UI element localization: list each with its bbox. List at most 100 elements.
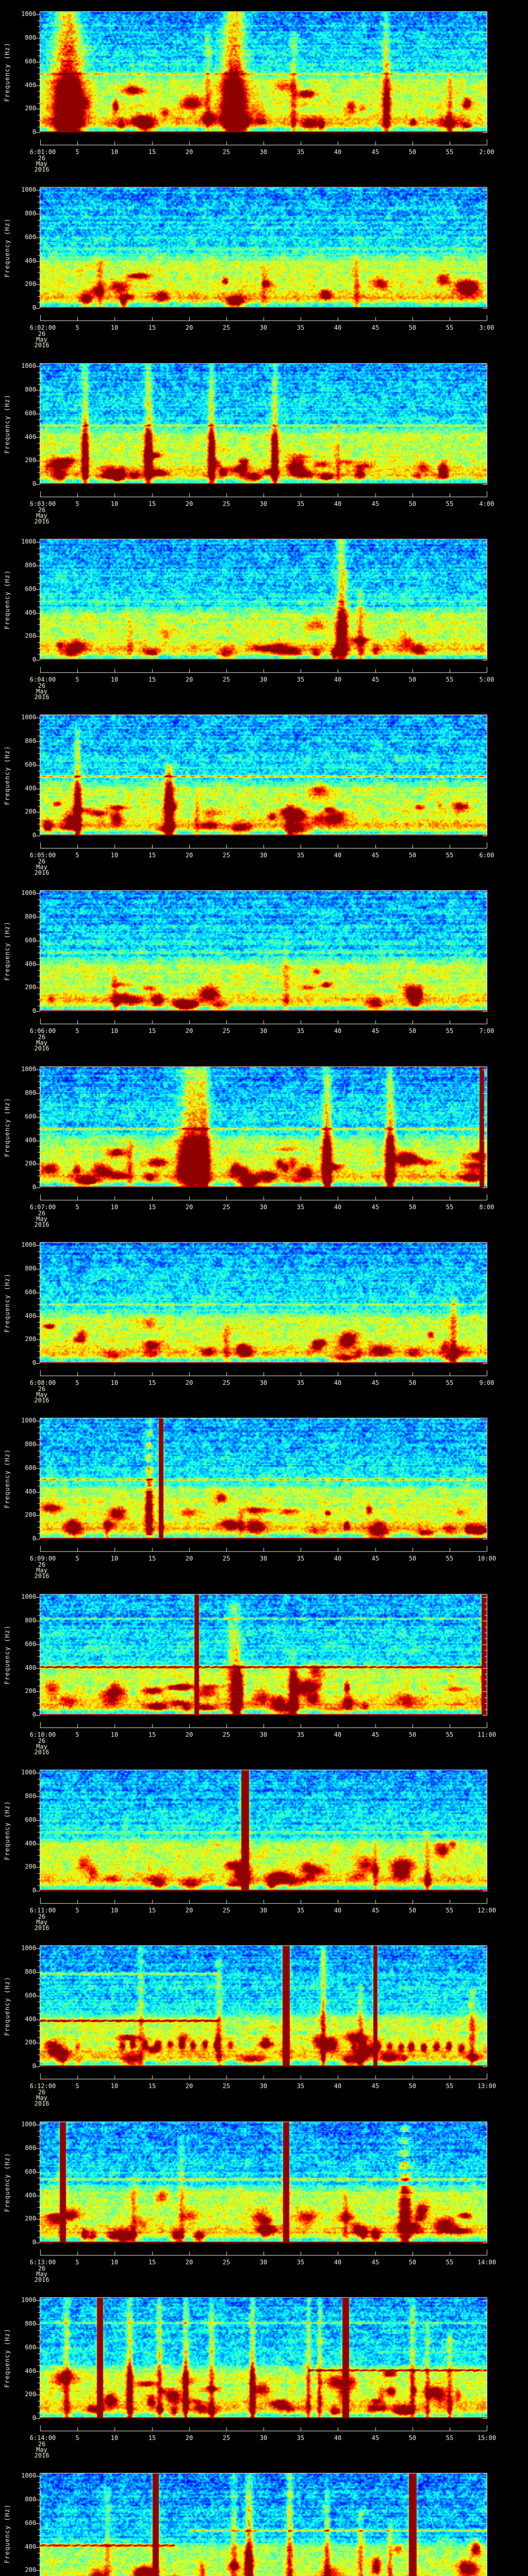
x-axis-end-time-label: 6:00: [479, 852, 494, 859]
x-tick-label: 25: [222, 2082, 230, 2090]
x-tick-label: 30: [259, 1907, 268, 1914]
y-tick-label: 800: [25, 913, 36, 920]
y-tick-label: 800: [25, 2144, 36, 2151]
x-tick-label: 40: [334, 1555, 342, 1562]
date-label: 26 May 2016: [34, 155, 50, 173]
y-tick-label: 1000: [21, 10, 36, 18]
y-tick-label: 0: [32, 304, 36, 311]
x-tick-label: 10: [110, 324, 119, 331]
x-tick-label: 50: [408, 1555, 417, 1562]
spectrogram-panel: Frequency (Hz)02004006008001000510152025…: [0, 1934, 528, 2110]
y-axis-label: Frequency (Hz): [4, 1801, 11, 1860]
x-tick-label: 30: [259, 324, 268, 331]
x-tick-label: 35: [296, 1731, 305, 1738]
y-tick-label: 200: [25, 2391, 36, 2398]
x-tick-label: 30: [259, 2259, 268, 2266]
x-tick-label: 20: [185, 852, 193, 859]
x-tick-label: 35: [296, 1379, 305, 1386]
y-axis-label: Frequency (Hz): [4, 2153, 11, 2212]
y-tick-label: 800: [25, 1089, 36, 1096]
x-tick-label: 45: [371, 2259, 380, 2266]
x-tick-label: 30: [259, 2434, 268, 2442]
y-tick-label: 0: [32, 2239, 36, 2246]
x-tick-label: 30: [259, 676, 268, 683]
y-tick-label: 600: [25, 761, 36, 768]
x-tick-label: 30: [259, 1731, 268, 1738]
y-tick-label: 0: [32, 2062, 36, 2070]
y-tick-label: 400: [25, 2015, 36, 2023]
x-tick-label: 40: [334, 324, 342, 331]
x-tick-label: 25: [222, 1907, 230, 1914]
x-tick-label: 55: [446, 2259, 454, 2266]
x-tick-label: 20: [185, 1731, 193, 1738]
x-tick-label: 45: [371, 676, 380, 683]
x-tick-label: 15: [148, 148, 156, 156]
x-tick-label: 10: [110, 1731, 119, 1738]
y-tick-label: 200: [25, 1160, 36, 1167]
spectrogram-panel: Frequency (Hz)02004006008001000510152025…: [0, 703, 528, 879]
x-tick-label: 35: [296, 2434, 305, 2442]
y-tick-label: 600: [25, 1289, 36, 1296]
x-tick-label: 45: [371, 1027, 380, 1035]
y-tick-label: 1000: [21, 714, 36, 721]
x-axis-end-time-label: 11:00: [477, 1731, 497, 1738]
y-tick-label: 1000: [21, 889, 36, 896]
y-axis-label: Frequency (Hz): [4, 570, 11, 630]
y-tick-label: 600: [25, 2168, 36, 2175]
y-tick-label: 600: [25, 1816, 36, 1823]
x-tick-label: 50: [408, 676, 417, 683]
y-tick-label: 800: [25, 1265, 36, 1272]
spectrogram-panel: Frequency (Hz)02004006008001000510152025…: [0, 1231, 528, 1407]
y-tick-label: 400: [25, 2367, 36, 2375]
x-tick-label: 45: [371, 1731, 380, 1738]
x-tick-label: 15: [148, 676, 156, 683]
x-tick-label: 25: [222, 1731, 230, 1738]
spectrogram-panel: Frequency (Hz)02004006008001000510152025…: [0, 1406, 528, 1583]
y-tick-label: 400: [25, 1664, 36, 1671]
y-tick-label: 200: [25, 456, 36, 464]
y-tick-label: 200: [25, 2566, 36, 2573]
y-tick-label: 600: [25, 1640, 36, 1648]
x-axis-end-time-label: 13:00: [477, 2082, 497, 2090]
x-tick-label: 50: [408, 1907, 417, 1914]
y-tick-label: 0: [32, 1887, 36, 1894]
x-tick-label: 50: [408, 1379, 417, 1386]
x-tick-label: 40: [334, 1027, 342, 1035]
y-tick-label: 1000: [21, 186, 36, 193]
y-tick-label: 1000: [21, 538, 36, 545]
x-tick-label: 55: [446, 1204, 454, 1211]
y-tick-label: 0: [32, 480, 36, 487]
spectrogram-panel: Frequency (Hz)02004006008001000510152025…: [0, 1055, 528, 1231]
y-tick-label: 0: [32, 1007, 36, 1014]
x-axis-end-time-label: 9:00: [479, 1379, 494, 1386]
y-tick-label: 1000: [21, 362, 36, 369]
y-tick-label: 0: [32, 2414, 36, 2421]
x-tick-label: 35: [296, 2082, 305, 2090]
y-tick-label: 400: [25, 1137, 36, 1144]
date-label: 26 May 2016: [34, 1210, 50, 1228]
x-tick-label: 10: [110, 1379, 119, 1386]
x-tick-label: 35: [296, 1027, 305, 1035]
y-tick-label: 600: [25, 2519, 36, 2527]
date-label: 26 May 2016: [34, 2265, 50, 2283]
x-axis-end-time-label: 12:00: [477, 1907, 497, 1914]
y-tick-label: 400: [25, 609, 36, 616]
x-tick-label: 10: [110, 2082, 119, 2090]
y-tick-label: 0: [32, 832, 36, 839]
y-tick-label: 400: [25, 1488, 36, 1495]
x-axis-end-time-label: 10:00: [477, 1555, 497, 1562]
y-tick-label: 200: [25, 280, 36, 287]
y-tick-label: 200: [25, 1863, 36, 1870]
x-tick-label: 55: [446, 2082, 454, 2090]
x-tick-label: 25: [222, 676, 230, 683]
y-tick-label: 0: [32, 1711, 36, 1718]
y-tick-label: 200: [25, 984, 36, 991]
y-tick-label: 400: [25, 2192, 36, 2199]
x-tick-label: 20: [185, 676, 193, 683]
x-tick-label: 45: [371, 1555, 380, 1562]
x-tick-label: 30: [259, 852, 268, 859]
spectrogram-panel: Frequency (Hz)02004006008001000510152025…: [0, 2110, 528, 2286]
x-tick-label: 40: [334, 1379, 342, 1386]
x-tick-label: 10: [110, 2434, 119, 2442]
y-tick-label: 200: [25, 2215, 36, 2222]
